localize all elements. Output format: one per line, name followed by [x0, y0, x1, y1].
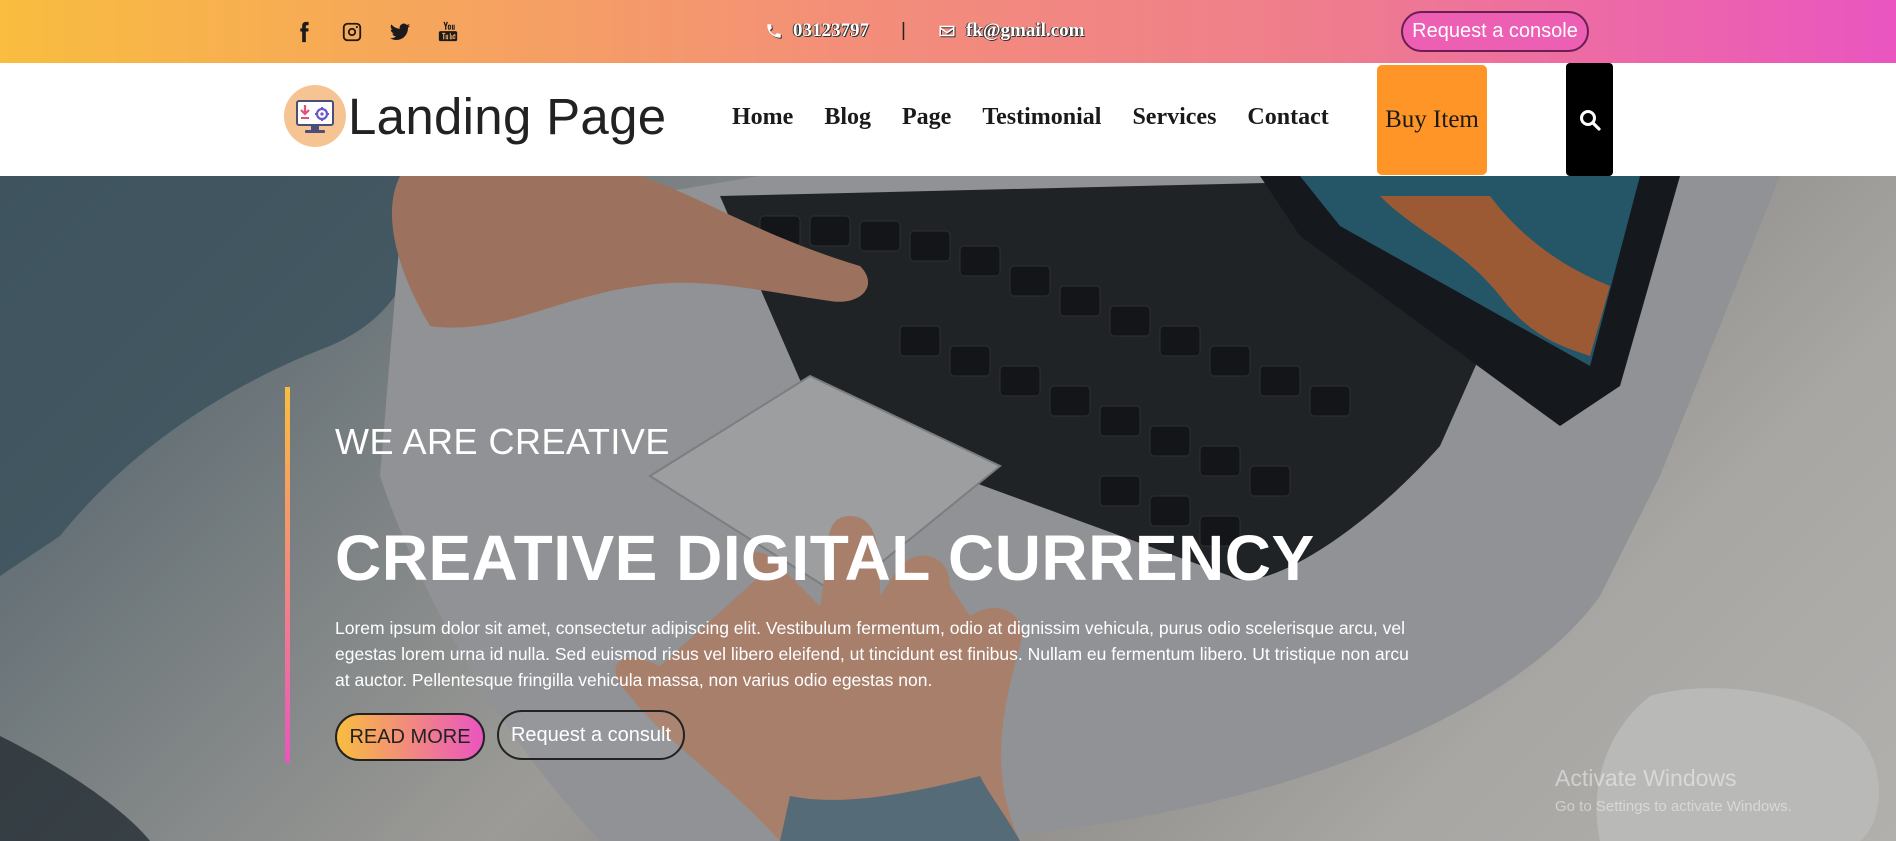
- youtube-icon[interactable]: [436, 20, 460, 44]
- social-links: [292, 20, 460, 44]
- logo-text: Landing Page: [348, 87, 667, 145]
- search-icon: [1579, 109, 1601, 131]
- nav-link-testimonial[interactable]: Testimonial: [982, 104, 1101, 131]
- request-console-button[interactable]: Request a console: [1401, 11, 1589, 52]
- hero-tagline: WE ARE CREATIVE: [335, 421, 670, 462]
- mail-icon: [939, 25, 955, 37]
- email-address[interactable]: fk@gmail.com: [966, 20, 1084, 42]
- search-button[interactable]: [1566, 63, 1613, 176]
- hero-section: WE ARE CREATIVE CREATIVE DIGITAL CURRENC…: [0, 176, 1896, 841]
- accent-bar: [285, 387, 290, 763]
- nav-links: Home Blog Page Testimonial Services Cont…: [732, 104, 1329, 131]
- nav-link-blog[interactable]: Blog: [824, 104, 871, 131]
- watermark-line-1: Activate Windows: [1555, 765, 1737, 791]
- hero-description: Lorem ipsum dolor sit amet, consectetur …: [335, 618, 1409, 690]
- nav-link-contact[interactable]: Contact: [1247, 104, 1328, 131]
- contact-separator: |: [901, 20, 906, 41]
- watermark-line-2: Go to Settings to activate Windows.: [1555, 798, 1792, 815]
- main-navbar: Landing Page Home Blog Page Testimonial …: [0, 63, 1896, 176]
- facebook-icon[interactable]: [292, 20, 316, 44]
- nav-link-services[interactable]: Services: [1132, 104, 1216, 131]
- top-bar: 03123797 | fk@gmail.com Request a consol…: [0, 0, 1896, 63]
- buy-item-button[interactable]: Buy Item: [1377, 65, 1487, 175]
- logo[interactable]: Landing Page: [284, 85, 666, 147]
- nav-link-home[interactable]: Home: [732, 104, 793, 131]
- windows-activation-watermark: Activate Windows Go to Settings to activ…: [1555, 765, 1792, 815]
- hero-headline: CREATIVE DIGITAL CURRENCY: [335, 522, 1315, 594]
- nav-link-page[interactable]: Page: [902, 104, 951, 131]
- phone-number[interactable]: 03123797: [793, 20, 869, 42]
- contact-info: 03123797 | fk@gmail.com: [765, 20, 1084, 42]
- phone-icon: [767, 24, 781, 38]
- logo-icon: [284, 85, 346, 147]
- request-consult-button[interactable]: Request a consult: [497, 710, 685, 760]
- instagram-icon[interactable]: [340, 20, 364, 44]
- read-more-button[interactable]: READ MORE: [335, 713, 485, 761]
- twitter-icon[interactable]: [388, 20, 412, 44]
